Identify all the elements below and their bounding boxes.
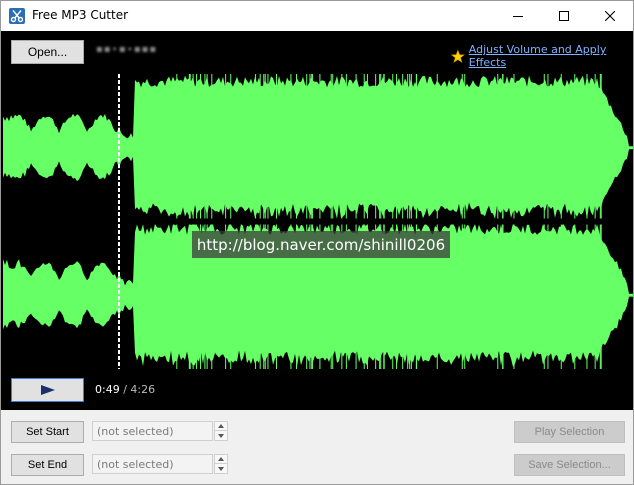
close-button[interactable]	[587, 1, 633, 31]
app-window: Free MP3 Cutter Open... ▪▪∙▪∙▪▪▪ Adjust	[0, 0, 634, 485]
end-spinner-up[interactable]	[215, 455, 227, 464]
start-spinner-up[interactable]	[215, 422, 227, 431]
start-time-spinner[interactable]	[214, 421, 228, 441]
maximize-button[interactable]	[541, 1, 587, 31]
end-time-field[interactable]: (not selected)	[92, 454, 213, 474]
close-icon	[605, 11, 615, 21]
main-panel: Open... ▪▪∙▪∙▪▪▪ Adjust Volume and Apply…	[1, 31, 633, 410]
start-spinner-down[interactable]	[215, 431, 227, 440]
open-button[interactable]: Open...	[11, 40, 84, 64]
set-start-button[interactable]: Set Start	[11, 421, 84, 443]
time-display: 0:49 / 4:26	[95, 383, 155, 396]
scissors-icon	[9, 8, 25, 24]
total-time: 4:26	[130, 383, 156, 396]
watermark-text: http://blog.naver.com/shinill0206	[192, 231, 450, 258]
set-end-button[interactable]: Set End	[11, 454, 84, 476]
arrow-down-icon	[218, 433, 224, 438]
arrow-up-icon	[218, 457, 224, 461]
minimize-icon	[513, 16, 523, 17]
minimize-button[interactable]	[495, 1, 541, 31]
title-bar[interactable]: Free MP3 Cutter	[1, 1, 633, 31]
save-selection-button[interactable]: Save Selection...	[514, 454, 625, 476]
star-icon	[451, 49, 465, 63]
maximize-icon	[559, 11, 569, 21]
time-separator: /	[119, 383, 131, 396]
arrow-up-icon	[218, 424, 224, 428]
waveform-canvas	[3, 74, 633, 369]
current-time: 0:49	[95, 383, 120, 396]
adjust-effects-link[interactable]: Adjust Volume and Apply Effects	[451, 43, 633, 69]
waveform-view[interactable]: http://blog.naver.com/shinill0206	[3, 74, 633, 369]
play-selection-button[interactable]: Play Selection	[514, 421, 625, 443]
window-title: Free MP3 Cutter	[32, 8, 129, 22]
file-name: ▪▪∙▪∙▪▪▪	[96, 44, 158, 55]
end-spinner-down[interactable]	[215, 464, 227, 473]
play-button[interactable]	[11, 378, 84, 402]
start-time-field[interactable]: (not selected)	[92, 421, 213, 441]
adjust-effects-label: Adjust Volume and Apply Effects	[468, 43, 607, 69]
end-time-spinner[interactable]	[214, 454, 228, 474]
play-icon	[40, 385, 55, 395]
arrow-down-icon	[218, 466, 224, 471]
